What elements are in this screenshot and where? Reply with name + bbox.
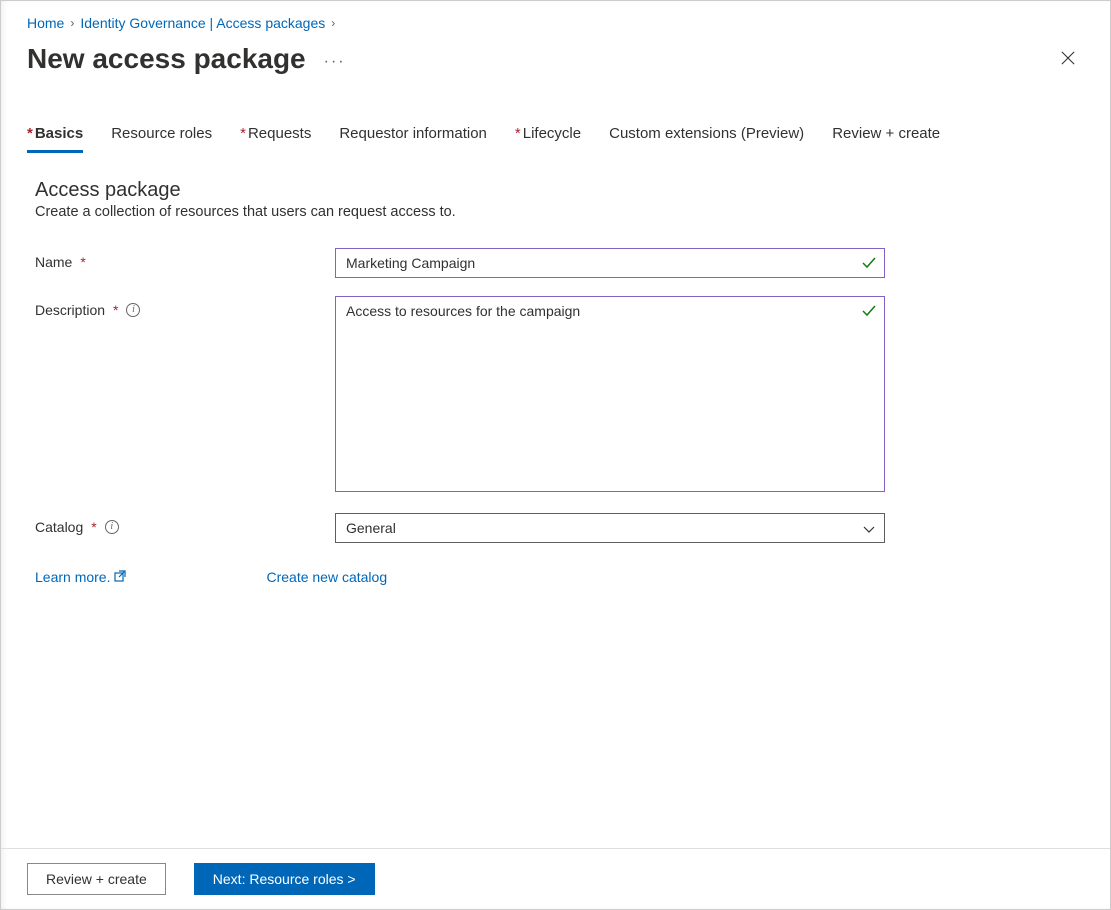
close-button[interactable] [1052, 42, 1084, 74]
wizard-tabs: *Basics Resource roles *Requests Request… [1, 85, 1110, 153]
section-title: Access package [35, 179, 1076, 202]
create-new-catalog-link[interactable]: Create new catalog [266, 569, 387, 585]
breadcrumb-home[interactable]: Home [27, 15, 64, 31]
page-title: New access package [27, 43, 306, 75]
breadcrumb: Home › Identity Governance | Access pack… [1, 1, 1110, 35]
chevron-right-icon: › [70, 16, 74, 30]
tab-custom-extensions[interactable]: Custom extensions (Preview) [609, 125, 804, 153]
next-button[interactable]: Next: Resource roles > [194, 863, 375, 895]
tab-requests[interactable]: *Requests [240, 125, 311, 153]
tab-review-create[interactable]: Review + create [832, 125, 940, 153]
learn-more-link[interactable]: Learn more. [35, 569, 126, 585]
check-icon [861, 303, 877, 322]
tab-lifecycle[interactable]: *Lifecycle [515, 125, 581, 153]
breadcrumb-governance[interactable]: Identity Governance | Access packages [80, 15, 325, 31]
tab-resource-roles[interactable]: Resource roles [111, 125, 212, 153]
name-input[interactable] [335, 248, 885, 278]
catalog-label: Catalog * i [35, 513, 335, 535]
external-link-icon [114, 569, 126, 585]
review-create-button[interactable]: Review + create [27, 863, 166, 895]
info-icon[interactable]: i [105, 520, 119, 534]
chevron-right-icon: › [331, 16, 335, 30]
close-icon [1061, 51, 1075, 65]
description-textarea[interactable] [335, 296, 885, 492]
info-icon[interactable]: i [126, 303, 140, 317]
section-description: Create a collection of resources that us… [35, 204, 1076, 220]
tab-requestor-info[interactable]: Requestor information [339, 125, 487, 153]
catalog-select[interactable]: General [335, 513, 885, 543]
tab-basics[interactable]: *Basics [27, 125, 83, 153]
description-label: Description * i [35, 296, 335, 318]
footer: Review + create Next: Resource roles > [1, 848, 1110, 909]
more-icon[interactable]: ··· [324, 53, 346, 71]
check-icon [861, 255, 877, 274]
name-label: Name * [35, 248, 335, 270]
